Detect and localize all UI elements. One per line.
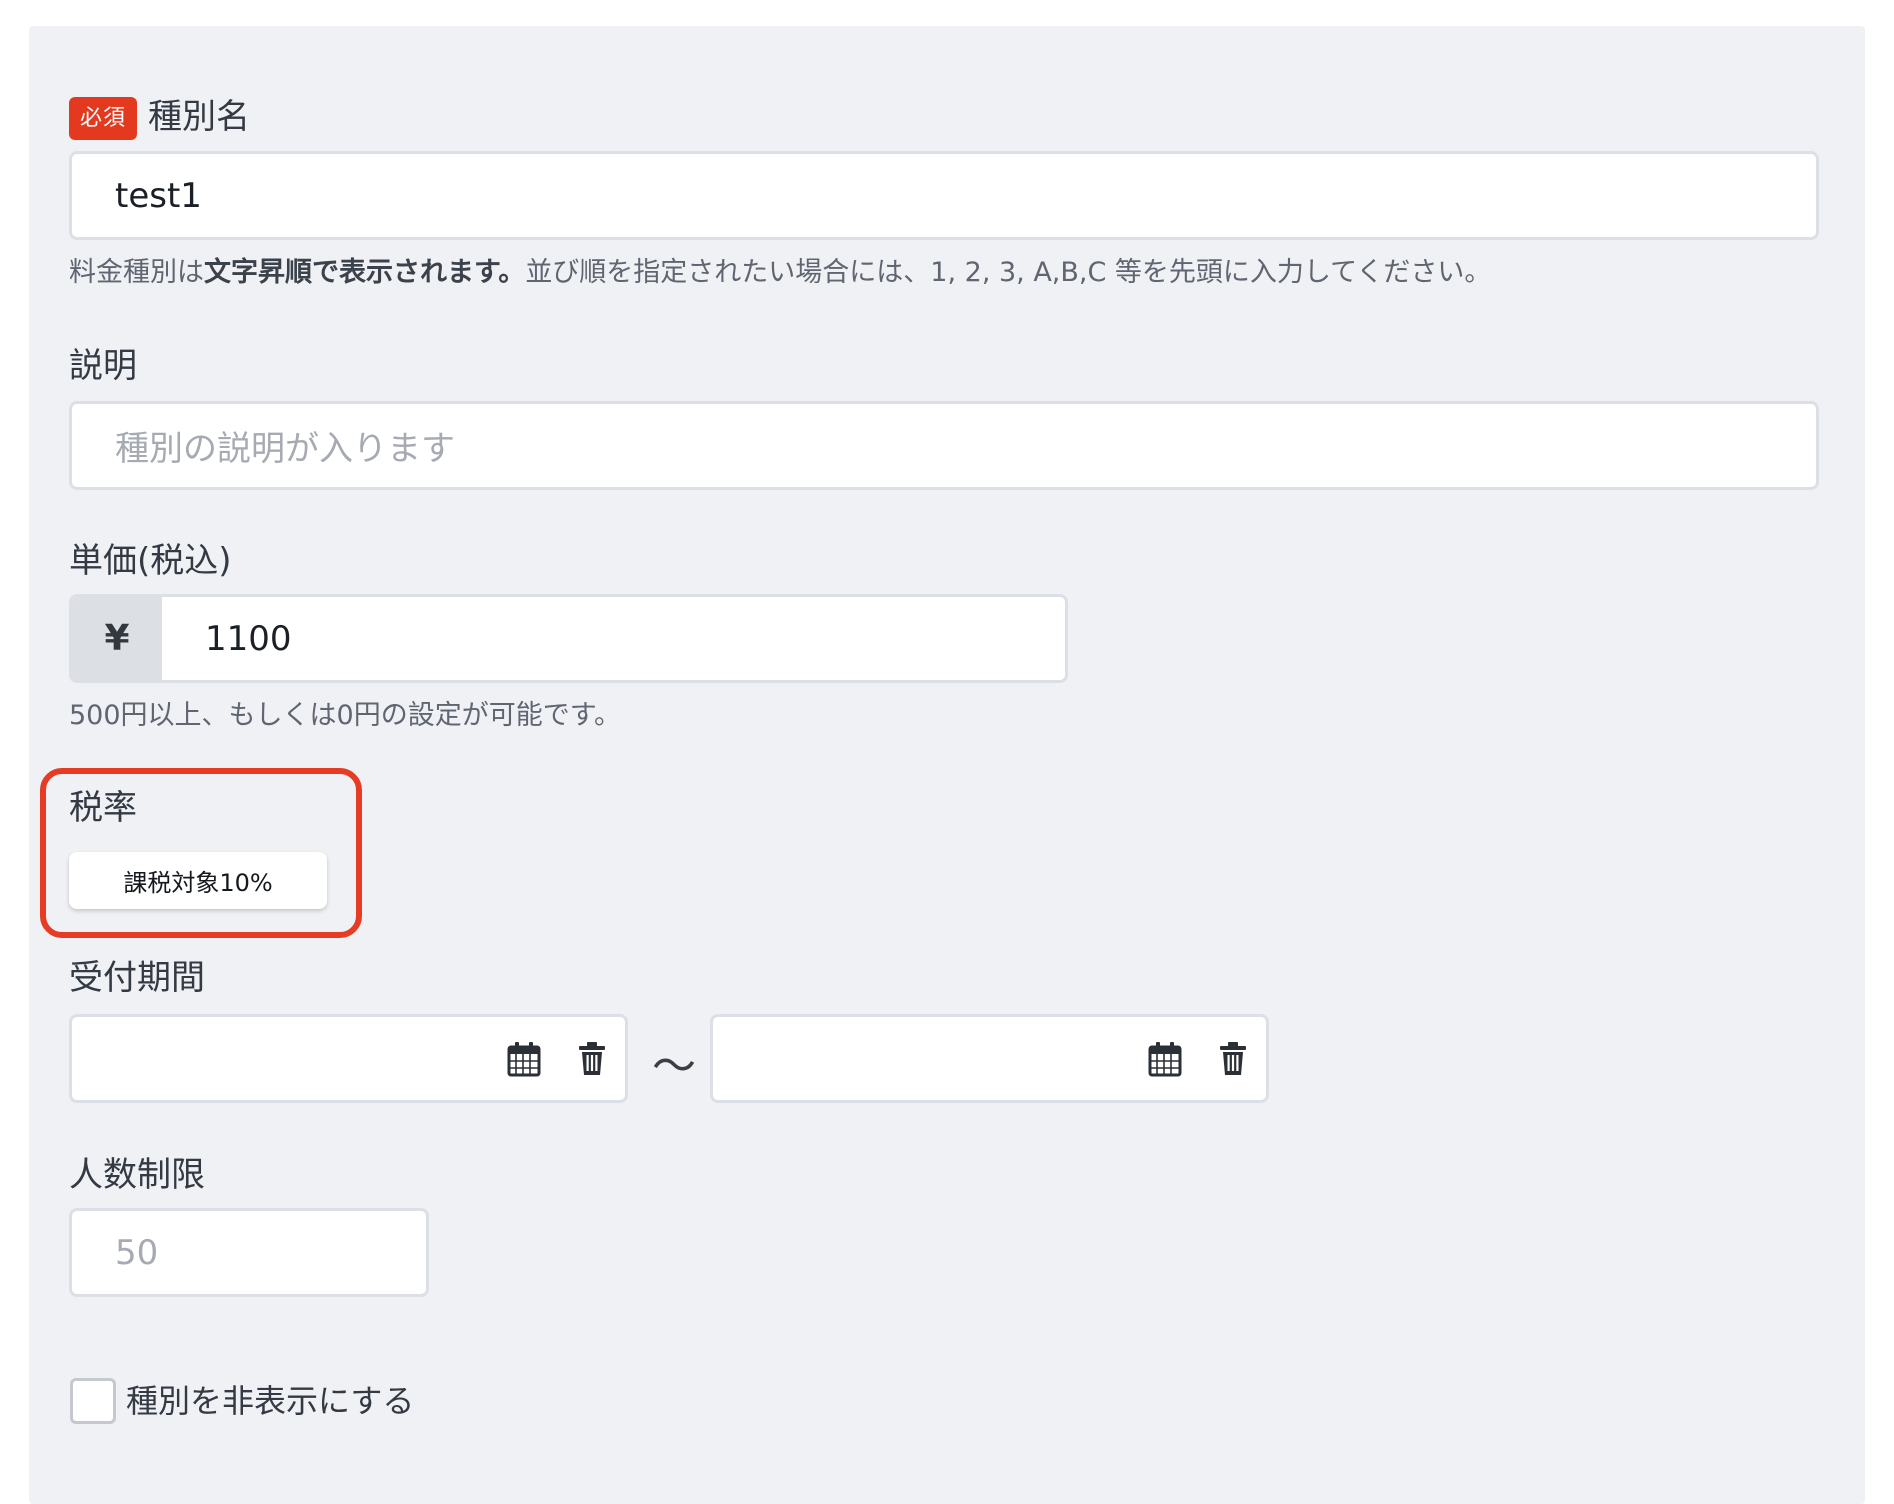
type-name-input[interactable]: test1: [69, 151, 1819, 240]
capacity-input[interactable]: 50: [69, 1208, 429, 1297]
period-separator: 〜: [652, 1041, 696, 1092]
period-start-input[interactable]: [69, 1014, 628, 1103]
capacity-placeholder: 50: [115, 1232, 159, 1273]
yen-addon: ¥: [72, 597, 162, 680]
period-end-input[interactable]: [710, 1014, 1269, 1103]
calendar-icon[interactable]: [505, 1040, 543, 1078]
capacity-label: 人数制限: [69, 1155, 205, 1195]
unit-price-label: 単価(税込): [69, 541, 232, 581]
required-badge: 必須: [69, 97, 137, 140]
hide-checkbox[interactable]: [70, 1378, 116, 1424]
type-name-label: 種別名: [148, 97, 250, 137]
calendar-icon[interactable]: [1146, 1040, 1184, 1078]
tax-rate-button[interactable]: 課税対象10%: [69, 852, 327, 909]
unit-price-help: 500円以上、もしくは0円の設定が可能です。: [69, 700, 622, 731]
hide-label: 種別を非表示にする: [126, 1382, 415, 1420]
description-label: 説明: [69, 346, 137, 386]
reception-period-label: 受付期間: [69, 958, 205, 998]
tax-rate-label: 税率: [69, 788, 137, 828]
unit-price-input[interactable]: ¥ 1100: [69, 594, 1068, 683]
type-name-help: 料金種別は文字昇順で表示されます。並び順を指定されたい場合には、1, 2, 3,…: [69, 257, 1492, 288]
description-input[interactable]: 種別の説明が入ります: [69, 401, 1819, 490]
type-name-value: test1: [115, 175, 202, 216]
trash-icon[interactable]: [573, 1040, 611, 1078]
trash-icon[interactable]: [1214, 1040, 1252, 1078]
unit-price-value: 1100: [205, 618, 292, 659]
description-placeholder: 種別の説明が入ります: [115, 429, 455, 469]
